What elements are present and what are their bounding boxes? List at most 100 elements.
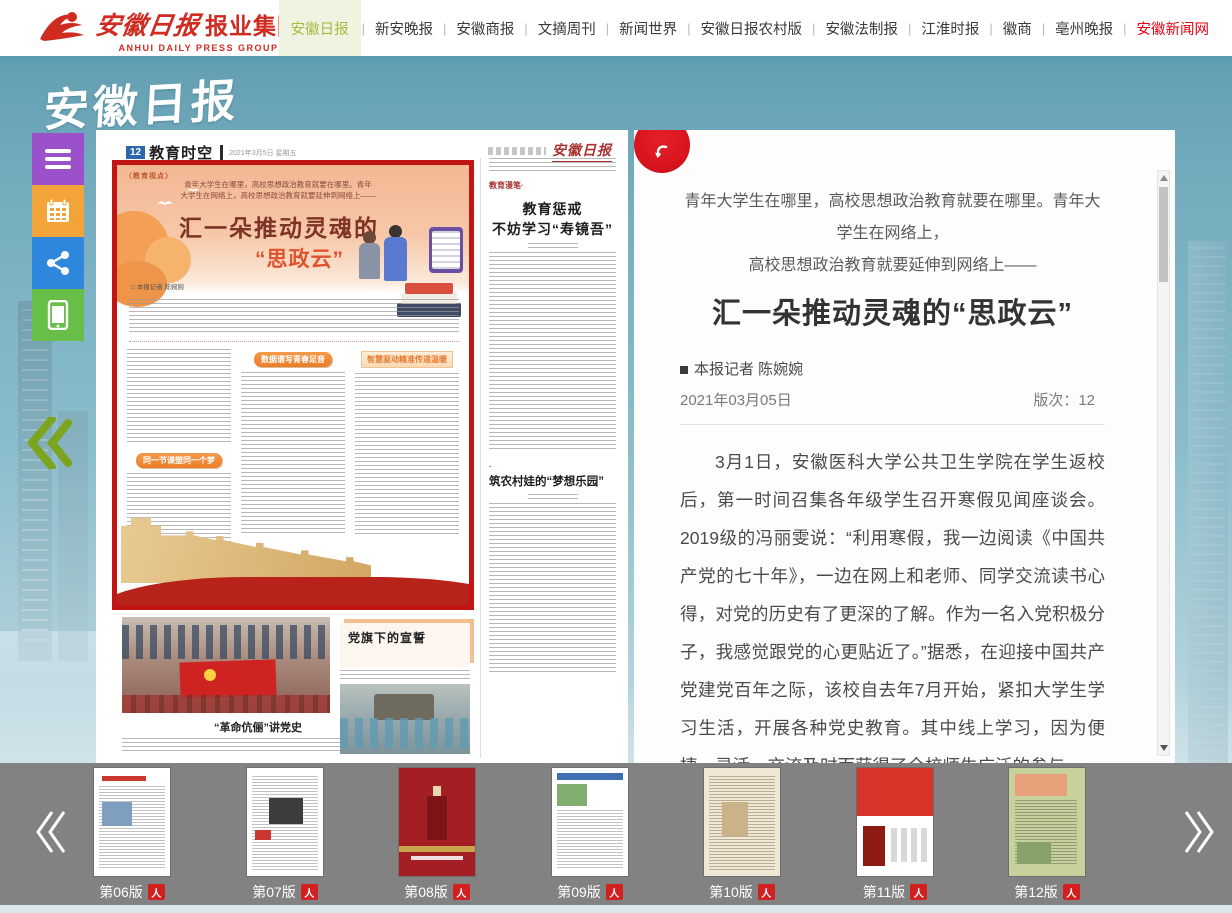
panel-scrollbar[interactable] [1157, 170, 1170, 756]
press-group-logo[interactable]: 安徽日报 报业集团 ANHUI DAILY PRESS GROUP [34, 6, 301, 52]
page-thumbnail-09[interactable] [552, 768, 628, 876]
sidebar-tools [32, 133, 84, 341]
newspaper-page-view: 12 教育时空 2021年3月5日 星期五 安徽日报 〈教育视点〉 青年大学生在… [96, 130, 628, 768]
page-label[interactable]: 第08版 [404, 882, 448, 902]
banner-tag: 〈教育视点〉 [125, 171, 173, 181]
article-body: 3月1日，安徽医科大学公共卫生学院在学生返校后，第一时间召集各年级学生召开寒假见… [680, 443, 1105, 768]
nav-item-anhui-business[interactable]: 安徽商报 [447, 0, 523, 56]
page-thumbnail-08[interactable] [399, 768, 475, 876]
background-tower [1178, 181, 1232, 768]
article-date: 2021年03月05日 [680, 389, 792, 410]
text-lines [489, 503, 616, 673]
nav-item-xinan-evening[interactable]: 新安晚报 [366, 0, 442, 56]
carousel-item: 第09版人 [542, 768, 638, 902]
nav-item-anhui-news-net[interactable]: 安徽新闻网 [1128, 0, 1219, 56]
pdf-icon[interactable]: 人 [453, 884, 470, 900]
scroll-up-icon[interactable] [1160, 175, 1168, 181]
party-flag-photo[interactable] [122, 617, 330, 713]
collapse-sidebar-button[interactable] [28, 417, 72, 469]
carousel-item: 第10版人 [694, 768, 790, 902]
right-byline [528, 243, 578, 248]
page-label[interactable]: 第12版 [1014, 882, 1058, 902]
banner-title-line1: 汇一朵推动灵魂的 [179, 209, 379, 243]
next-pages-icon [1182, 809, 1216, 855]
calendar-button[interactable] [32, 185, 84, 237]
carousel-item: 第07版人 [237, 768, 333, 902]
page-label[interactable]: 第10版 [709, 882, 753, 902]
carousel-item: 第06版人 [84, 768, 180, 902]
article-kicker: 青年大学生在哪里，高校思想政治教育就要在哪里。青年大学生在网络上， 高校思想政治… [680, 186, 1105, 282]
banner-subtitle: 青年大学生在哪里，高校思想政治教育就要在哪里。青年 大学生在网络上，高校思想政治… [177, 179, 379, 201]
paper-masthead-script: 安徽日报 [42, 64, 241, 140]
nav-item-news-world[interactable]: 新闻世界 [610, 0, 686, 56]
pdf-icon[interactable]: 人 [910, 884, 927, 900]
page-label[interactable]: 第11版 [863, 882, 906, 902]
article-reader-panel: 青年大学生在哪里，高校思想政治教育就要在哪里。青年大学生在网络上， 高校思想政治… [634, 130, 1175, 768]
hamburger-menu-icon [44, 148, 72, 170]
pledge-headline: 党旗下的宣誓 [348, 629, 426, 646]
share-button[interactable] [32, 237, 84, 289]
text-lines [127, 349, 231, 445]
memorial-stone [374, 694, 434, 720]
highlighted-article-region[interactable]: 〈教育视点〉 青年大学生在哪里，高校思想政治教育就要在哪里。青年 大学生在网络上… [112, 160, 474, 610]
pdf-icon[interactable]: 人 [1063, 884, 1080, 900]
scroll-down-icon[interactable] [1160, 745, 1168, 751]
nav-item-digest-weekly[interactable]: 文摘周刊 [529, 0, 605, 56]
previous-pages-button[interactable] [34, 809, 68, 860]
column-label: 教育漫笔· [489, 180, 616, 191]
red-chairs [122, 695, 330, 713]
banner-byline: □ 本报记者 陈婉婉 [131, 281, 184, 291]
mobile-phone-icon [47, 300, 69, 330]
article-title: 汇一朵推动灵魂的“思政云” [680, 290, 1105, 332]
dotted-divider [129, 341, 459, 342]
right-headline-line1: 教育惩戒 [489, 199, 616, 219]
nav-item-bozhou-evening[interactable]: 亳州晚报 [1046, 0, 1122, 56]
carousel-item: 第11版人 [847, 768, 943, 902]
text-lines [489, 252, 616, 452]
subhead-same-class-same-dream: 同一节课塑同一个梦 [136, 453, 222, 468]
reader-stage: 安徽日报 [0, 56, 1232, 763]
right-byline-2 [528, 494, 578, 499]
flag-emblem [204, 669, 216, 681]
nav-item-anhui-daily[interactable]: 安徽日报 [279, 0, 361, 56]
scrollbar-thumb[interactable] [1159, 187, 1168, 282]
pdf-icon[interactable]: 人 [758, 884, 775, 900]
pdf-icon[interactable]: 人 [301, 884, 318, 900]
page-label[interactable]: 第06版 [99, 882, 143, 902]
pdf-icon[interactable]: 人 [148, 884, 165, 900]
back-icon [651, 142, 673, 164]
share-icon [45, 250, 71, 276]
right-headline-line2: 不妨学习“寿镜吾” [489, 219, 616, 239]
carousel-item-current: 第12版人 [999, 768, 1095, 902]
top-navigation-bar: 安徽日报 报业集团 ANHUI DAILY PRESS GROUP 安徽日报 |… [0, 0, 1232, 56]
students-row [340, 718, 470, 748]
calendar-icon [45, 198, 71, 224]
article-intro-textlines [129, 299, 459, 333]
outdoor-pledge-photo[interactable] [340, 684, 470, 754]
nav-item-rural-edition[interactable]: 安徽日报农村版 [692, 0, 812, 56]
carousel-item: 第08版人 [389, 768, 485, 902]
page-thumbnail-11[interactable] [857, 768, 933, 876]
page-label[interactable]: 第07版 [252, 882, 296, 902]
press-group-logo-icon [34, 9, 88, 49]
page-thumbnail-06[interactable] [94, 768, 170, 876]
page-thumbnail-12-current[interactable] [1009, 768, 1085, 876]
page-thumbnail-10[interactable] [704, 768, 780, 876]
mobile-button[interactable] [32, 289, 84, 341]
caption-textlines [122, 738, 362, 752]
nav-item-legal-daily[interactable]: 安徽法制报 [816, 0, 907, 56]
great-wall-body [121, 515, 371, 583]
article-column-left: 同一节课塑同一个梦 [127, 349, 231, 537]
subhead-data-youth: 数据谱写青春足音 [254, 352, 332, 367]
page-thumbnail-07[interactable] [247, 768, 323, 876]
column-label-2: · [489, 462, 616, 471]
banner-title-line2: “思政云” [255, 243, 344, 273]
nav-item-jianghuai-times[interactable]: 江淮时报 [912, 0, 988, 56]
back-button[interactable] [634, 130, 690, 173]
pdf-icon[interactable]: 人 [606, 884, 623, 900]
nav-item-huishang[interactable]: 徽商 [994, 0, 1041, 56]
background-cityscape [0, 301, 100, 768]
menu-button[interactable] [32, 133, 84, 185]
next-pages-button[interactable] [1182, 809, 1216, 860]
page-label[interactable]: 第09版 [557, 882, 601, 902]
